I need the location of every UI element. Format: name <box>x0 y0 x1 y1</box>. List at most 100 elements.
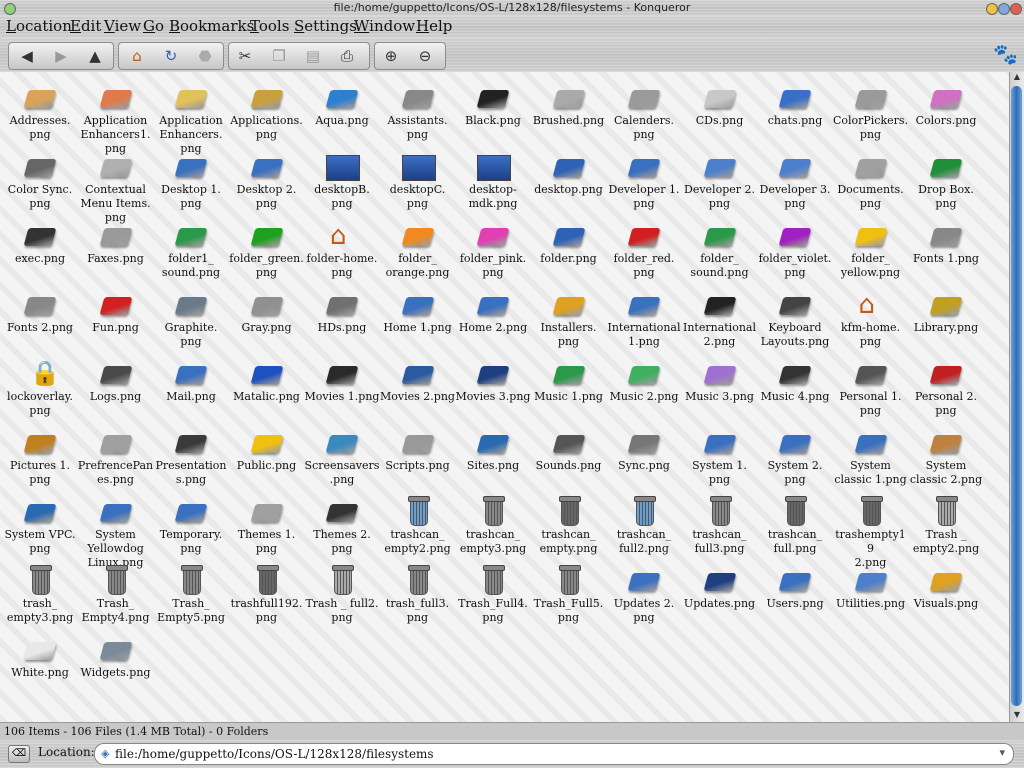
file-item[interactable]: Fonts 2.png <box>2 285 78 335</box>
file-item[interactable]: folder_violet. png <box>757 216 833 280</box>
file-item[interactable]: trashempty19 2.png <box>833 492 909 570</box>
file-item[interactable]: Screensavers .png <box>304 423 380 487</box>
file-item[interactable]: System 2. png <box>757 423 833 487</box>
file-item[interactable]: Documents. png <box>833 147 909 211</box>
back-arrow-icon[interactable]: ◀ <box>13 45 41 67</box>
menu-tools[interactable]: Tools <box>250 17 289 35</box>
file-item[interactable]: desktopC. png <box>380 147 456 211</box>
file-item[interactable]: Personal 2. png <box>908 354 984 418</box>
file-item[interactable]: Movies 3.png <box>455 354 531 404</box>
menu-settings[interactable]: Settings <box>294 17 357 35</box>
file-item[interactable]: Black.png <box>455 78 531 128</box>
scroll-up-icon[interactable]: ▲ <box>1011 72 1023 84</box>
file-item[interactable]: Installers. png <box>531 285 607 349</box>
file-item[interactable]: Home 2.png <box>455 285 531 335</box>
file-item[interactable]: trashcan_ empty.png <box>531 492 607 556</box>
file-item[interactable]: trash_ empty3.png <box>2 561 78 625</box>
file-item[interactable]: ⌂ kfm-home. png <box>833 285 909 349</box>
clear-location-icon[interactable]: ⌫ <box>8 745 30 763</box>
file-item[interactable]: Public.png <box>229 423 305 473</box>
file-item[interactable]: Movies 2.png <box>380 354 456 404</box>
file-item[interactable]: folder_red. png <box>606 216 682 280</box>
file-item[interactable]: trashcan_ full3.png <box>682 492 758 556</box>
file-item[interactable]: Users.png <box>757 561 833 611</box>
file-item[interactable]: folder_ sound.png <box>682 216 758 280</box>
menu-go[interactable]: Go <box>143 17 164 35</box>
file-item[interactable]: Application Enhancers1. png <box>78 78 154 156</box>
file-item[interactable]: Trash _ full2. png <box>304 561 380 625</box>
forward-arrow-icon[interactable]: ▶ <box>47 45 75 67</box>
reload-icon[interactable]: ↻ <box>157 45 185 67</box>
file-item[interactable]: trashcan_ full2.png <box>606 492 682 556</box>
file-item[interactable]: folder_ orange.png <box>380 216 456 280</box>
zoom-out-icon[interactable]: ⊖ <box>411 45 439 67</box>
menu-edit[interactable]: Edit <box>70 17 101 35</box>
file-item[interactable]: trashcan_ empty2.png <box>380 492 456 556</box>
file-item[interactable]: White.png <box>2 630 78 680</box>
file-item[interactable]: Music 1.png <box>531 354 607 404</box>
file-item[interactable]: Brushed.png <box>531 78 607 128</box>
file-item[interactable]: Desktop 1. png <box>153 147 229 211</box>
scroll-down-icon[interactable]: ▼ <box>1011 710 1023 722</box>
file-item[interactable]: trashcan_ full.png <box>757 492 833 556</box>
file-item[interactable]: Gray.png <box>229 285 305 335</box>
file-item[interactable]: Themes 1. png <box>229 492 305 556</box>
file-item[interactable]: desktop.png <box>531 147 607 197</box>
location-input[interactable]: ◈ file:/home/guppetto/Icons/OS-L/128x128… <box>94 743 1014 765</box>
file-item[interactable]: Trash_ Empty5.png <box>153 561 229 625</box>
location-input-text[interactable]: file:/home/guppetto/Icons/OS-L/128x128/f… <box>115 747 434 761</box>
file-item[interactable]: Fun.png <box>78 285 154 335</box>
file-item[interactable]: Color Sync. png <box>2 147 78 211</box>
file-item[interactable]: trash_full3. png <box>380 561 456 625</box>
file-item[interactable]: desktop- mdk.png <box>455 147 531 211</box>
file-item[interactable]: Sync.png <box>606 423 682 473</box>
file-item[interactable]: ⌂ folder-home. png <box>304 216 380 280</box>
minimize-button[interactable] <box>986 3 998 15</box>
file-item[interactable]: Sounds.png <box>531 423 607 473</box>
file-item[interactable]: HDs.png <box>304 285 380 335</box>
file-item[interactable]: folder1_ sound.png <box>153 216 229 280</box>
file-item[interactable]: System 1. png <box>682 423 758 487</box>
file-item[interactable]: Drop Box. png <box>908 147 984 211</box>
file-item[interactable]: Trash_Full5. png <box>531 561 607 625</box>
file-item[interactable]: Home 1.png <box>380 285 456 335</box>
menu-location[interactable]: Location <box>6 17 72 35</box>
paste-icon[interactable]: ▤ <box>299 45 327 67</box>
file-item[interactable]: Trash _ empty2.png <box>908 492 984 556</box>
file-item[interactable]: Mail.png <box>153 354 229 404</box>
file-item[interactable]: International 2.png <box>682 285 758 349</box>
file-item[interactable]: Visuals.png <box>908 561 984 611</box>
file-item[interactable]: Developer 1. png <box>606 147 682 211</box>
file-item[interactable]: trashcan_ empty3.png <box>455 492 531 556</box>
maximize-button[interactable] <box>998 3 1010 15</box>
file-item[interactable]: Colors.png <box>908 78 984 128</box>
menu-bookmarks[interactable]: Bookmarks <box>169 17 254 35</box>
file-item[interactable]: folder_green. png <box>229 216 305 280</box>
file-item[interactable]: folder.png <box>531 216 607 266</box>
menu-view[interactable]: View <box>104 17 141 35</box>
file-item[interactable]: Updates.png <box>682 561 758 611</box>
stop-icon[interactable]: ⬣ <box>191 45 219 67</box>
file-item[interactable]: Themes 2. png <box>304 492 380 556</box>
file-item[interactable]: Developer 3. png <box>757 147 833 211</box>
cut-icon[interactable]: ✂ <box>231 45 259 67</box>
home-icon[interactable]: ⌂ <box>123 45 151 67</box>
konqueror-paw-icon[interactable]: 🐾 <box>993 42 1018 66</box>
file-item[interactable]: Music 3.png <box>682 354 758 404</box>
menu-help[interactable]: Help <box>416 17 452 35</box>
file-item[interactable]: chats.png <box>757 78 833 128</box>
file-item[interactable]: Personal 1. png <box>833 354 909 418</box>
file-item[interactable]: Widgets.png <box>78 630 154 680</box>
file-item[interactable]: Trash_Full4. png <box>455 561 531 625</box>
file-item[interactable]: Matalic.png <box>229 354 305 404</box>
file-item[interactable]: System classic 2.png <box>908 423 984 487</box>
file-item[interactable]: Assistants. png <box>380 78 456 142</box>
close-button[interactable] <box>1010 3 1022 15</box>
file-item[interactable]: Faxes.png <box>78 216 154 266</box>
file-item[interactable]: International 1.png <box>606 285 682 349</box>
scrollbar-thumb[interactable] <box>1011 86 1022 706</box>
file-item[interactable]: ColorPickers. png <box>833 78 909 142</box>
file-item[interactable]: desktopB. png <box>304 147 380 211</box>
file-item[interactable]: Trash_ Empty4.png <box>78 561 154 625</box>
print-icon[interactable]: ⎙ <box>333 45 361 67</box>
